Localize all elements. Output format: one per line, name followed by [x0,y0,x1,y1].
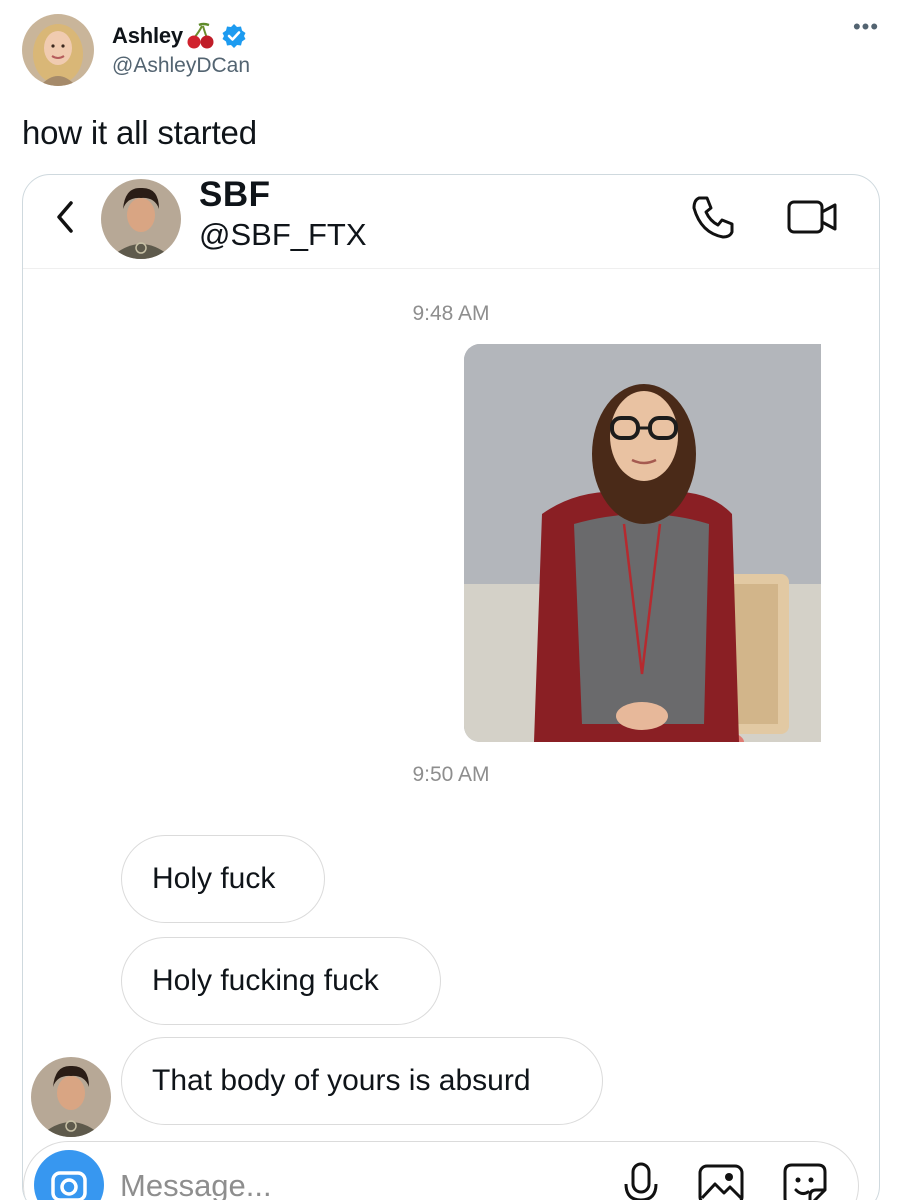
microphone-icon [624,1162,658,1200]
received-message-bubble[interactable]: Holy fucking fuck [121,937,441,1025]
video-camera-icon [787,200,837,234]
received-message-bubble[interactable]: Holy fuck [121,835,325,923]
back-chevron-icon [57,201,73,233]
tweet-media-image[interactable]: SBF @SBF_FTX 9:48 AM 9:50 AM Holy fuck H… [22,174,880,1200]
received-message-bubble[interactable]: That body of yours is absurd [121,1037,603,1125]
contact-avatar[interactable] [101,179,181,259]
voice-call-button[interactable] [687,191,739,243]
gallery-button[interactable] [696,1160,746,1200]
sender-avatar[interactable] [31,1057,111,1137]
camera-button[interactable] [34,1150,104,1200]
more-options-button[interactable]: ••• [848,16,884,44]
message-composer [23,1141,859,1200]
contact-name: SBF [199,175,271,214]
video-call-button[interactable] [785,191,841,243]
sticker-button[interactable] [780,1160,830,1200]
dm-header: SBF @SBF_FTX [23,175,879,269]
verified-badge-icon [221,23,247,49]
ellipsis-icon: ••• [852,14,880,39]
author-avatar[interactable] [22,14,94,86]
cherries-emoji-icon [185,22,215,50]
voice-message-button[interactable] [622,1160,660,1200]
author-name[interactable]: Ashley [112,22,247,50]
sticker-icon [783,1163,827,1200]
author-handle[interactable]: @AshleyDCan [112,54,250,78]
contact-handle: @SBF_FTX [199,217,367,252]
camera-icon [51,1171,87,1200]
timestamp: 9:50 AM [412,763,490,786]
message-input[interactable] [120,1164,600,1200]
gallery-icon [698,1164,744,1200]
author-name-text: Ashley [112,23,183,48]
timestamp: 9:48 AM [412,302,490,325]
sent-photo[interactable] [464,344,821,742]
back-button[interactable] [49,195,79,239]
tweet-text: how it all started [22,114,257,151]
phone-icon [692,196,734,239]
